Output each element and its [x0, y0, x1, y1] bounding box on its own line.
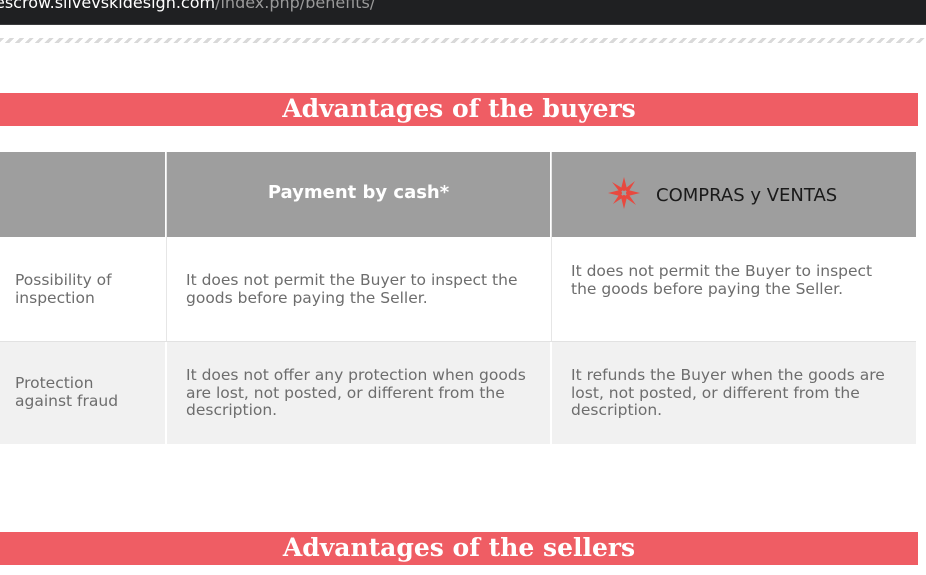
- browser-address-bar[interactable]: escrow.silvevskidesign.com/index.php/ben…: [0, 0, 926, 25]
- cash-fraud-text: It does not offer any protection when go…: [186, 366, 526, 419]
- table-row: Protection against fraud It does not off…: [0, 342, 916, 444]
- brand-inspection-text: It does not permit the Buyer to inspect …: [571, 262, 873, 298]
- brand-header: COMPRAS y VENTAS: [606, 177, 837, 213]
- row-label-cell: Possibility of inspection: [0, 237, 165, 341]
- cash-value-cell: It does not offer any protection when go…: [167, 342, 550, 444]
- brand-value-cell: It refunds the Buyer when the goods are …: [552, 342, 916, 444]
- table-header-row: Payment by cash* COMPRAS y VENTAS: [0, 152, 916, 237]
- table-row: Possibility of inspection It does not pe…: [0, 237, 916, 341]
- cash-inspection-text: It does not permit the Buyer to inspect …: [186, 271, 518, 307]
- header-cash-label: Payment by cash*: [267, 182, 450, 203]
- header-cash-cell: Payment by cash*: [167, 152, 550, 237]
- column-divider: [166, 152, 167, 341]
- column-divider: [551, 152, 552, 341]
- cash-value-cell: It does not permit the Buyer to inspect …: [167, 237, 550, 341]
- sellers-section-title: Advantages of the sellers: [0, 532, 918, 565]
- header-brand-cell: COMPRAS y VENTAS: [552, 152, 916, 237]
- row-label: Possibility of inspection: [15, 271, 112, 307]
- buyers-section-title: Advantages of the buyers: [0, 93, 918, 126]
- row-label-cell: Protection against fraud: [0, 342, 165, 444]
- dashed-divider: [0, 38, 926, 43]
- url-host: escrow.silvevskidesign.com: [0, 0, 216, 12]
- brand-value-cell: It does not permit the Buyer to inspect …: [552, 237, 916, 341]
- brand-name: COMPRAS y VENTAS: [656, 184, 838, 206]
- brand-fraud-text: It refunds the Buyer when the goods are …: [571, 366, 885, 419]
- header-empty-cell: [0, 152, 165, 237]
- url-path: /index.php/benefits/: [215, 0, 376, 12]
- compras-y-ventas-logo-icon: [606, 175, 642, 215]
- row-label: Protection against fraud: [15, 374, 119, 410]
